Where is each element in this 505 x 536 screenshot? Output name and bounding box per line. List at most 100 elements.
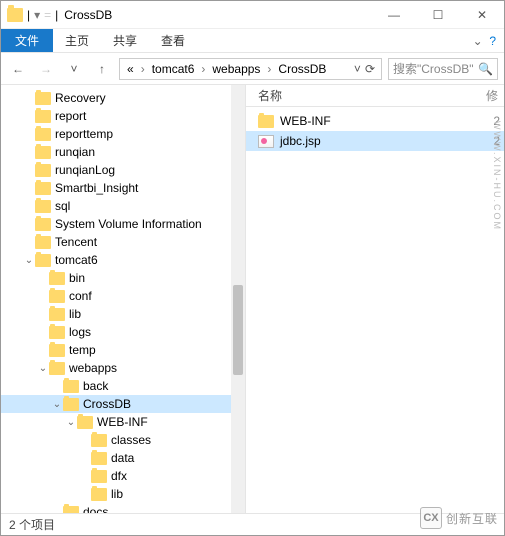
column-name[interactable]: 名称 xyxy=(258,87,486,104)
tree-item[interactable]: ⌄ webapps xyxy=(1,359,245,377)
folder-tree[interactable]: Recovery reportreporttemp runqian runqianLo… xyxy=(1,85,246,513)
tree-item-label: dfx xyxy=(111,469,127,483)
file-name: WEB-INF xyxy=(280,114,493,128)
folder-icon xyxy=(35,218,51,231)
back-button[interactable]: ← xyxy=(7,58,29,80)
chevron-right-icon[interactable]: › xyxy=(139,62,147,76)
tree-item-label: lib xyxy=(69,307,81,321)
tree-item[interactable]: Recovery xyxy=(1,89,245,107)
watermark-logo-icon: CX xyxy=(420,507,442,529)
tree-item[interactable]: ⌄ CrossDB xyxy=(1,395,245,413)
expand-icon[interactable]: ⌄ xyxy=(23,255,35,266)
search-placeholder: 搜索"CrossDB" xyxy=(393,60,474,77)
folder-icon xyxy=(91,488,107,501)
folder-icon xyxy=(49,362,65,375)
file-row[interactable]: WEB-INF2 xyxy=(246,111,504,131)
tree-item-label: CrossDB xyxy=(83,397,131,411)
breadcrumb-ellipsis[interactable]: « xyxy=(124,62,137,76)
tree-item[interactable]: classes xyxy=(1,431,245,449)
item-count: 2 个项目 xyxy=(9,516,55,533)
watermark-text: 创新互联 xyxy=(446,510,498,527)
tree-item-label: Recovery xyxy=(55,91,106,105)
breadcrumb-seg[interactable]: webapps xyxy=(209,62,263,76)
home-tab[interactable]: 主页 xyxy=(53,29,101,52)
quick-access-toolbar: | ▾ = | xyxy=(7,8,58,22)
folder-icon xyxy=(63,398,79,411)
tree-item[interactable]: Smartbi_Insight xyxy=(1,179,245,197)
tree-item-label: runqian xyxy=(55,145,95,159)
recent-locations-button[interactable]: ˅ xyxy=(63,58,85,80)
tree-scrollbar[interactable] xyxy=(231,85,245,513)
breadcrumb-seg[interactable]: CrossDB xyxy=(275,62,329,76)
refresh-icon[interactable]: ⟳ xyxy=(365,62,375,76)
folder-icon xyxy=(35,200,51,213)
folder-icon xyxy=(35,164,51,177)
qat-dropdown-icon[interactable]: ▾ xyxy=(34,8,40,22)
tree-item[interactable]: lib xyxy=(1,305,245,323)
tree-item-label: Tencent xyxy=(55,235,97,249)
title-bar: | ▾ = | CrossDB — ☐ ✕ xyxy=(1,1,504,29)
folder-icon xyxy=(258,115,274,128)
ribbon-tabs: 文件 主页 共享 查看 ⌄ ? xyxy=(1,29,504,53)
folder-icon xyxy=(35,236,51,249)
chevron-right-icon[interactable]: › xyxy=(265,62,273,76)
column-modified[interactable]: 修 xyxy=(486,87,504,104)
breadcrumb-dropdown-icon[interactable]: ˅ xyxy=(354,62,361,76)
tree-item-label: logs xyxy=(69,325,91,339)
tree-item[interactable]: reporttemp xyxy=(1,125,245,143)
tree-item-label: runqianLog xyxy=(55,163,115,177)
file-tab[interactable]: 文件 xyxy=(1,29,53,52)
breadcrumb[interactable]: « › tomcat6 › webapps › CrossDB ˅ ⟳ xyxy=(119,58,382,80)
breadcrumb-seg[interactable]: tomcat6 xyxy=(149,62,198,76)
tree-item[interactable]: lib xyxy=(1,485,245,503)
content-area: Recovery reportreporttemp runqian runqianLo… xyxy=(1,85,504,513)
tree-item[interactable]: ⌄ tomcat6 xyxy=(1,251,245,269)
watermark: CX 创新互联 xyxy=(420,507,498,529)
tree-item[interactable]: runqianLog xyxy=(1,161,245,179)
file-row[interactable]: jdbc.jsp2 xyxy=(246,131,504,151)
tree-item[interactable]: report xyxy=(1,107,245,125)
folder-icon xyxy=(77,416,93,429)
forward-button[interactable]: → xyxy=(35,58,57,80)
view-tab[interactable]: 查看 xyxy=(149,29,197,52)
tree-item-label: tomcat6 xyxy=(55,253,98,267)
tree-item[interactable]: bin xyxy=(1,269,245,287)
share-tab[interactable]: 共享 xyxy=(101,29,149,52)
expand-icon[interactable]: ⌄ xyxy=(51,399,63,410)
tree-item[interactable]: back xyxy=(1,377,245,395)
tree-item[interactable]: conf xyxy=(1,287,245,305)
expand-icon[interactable]: ⌄ xyxy=(37,363,49,374)
folder-icon xyxy=(63,506,79,514)
tree-item[interactable]: runqian xyxy=(1,143,245,161)
search-input[interactable]: 搜索"CrossDB" 🔍 xyxy=(388,58,498,80)
folder-icon xyxy=(49,272,65,285)
tree-item-label: back xyxy=(83,379,108,393)
tree-item-label: data xyxy=(111,451,134,465)
tree-item-label: Smartbi_Insight xyxy=(55,181,138,195)
tree-item[interactable]: dfx xyxy=(1,467,245,485)
chevron-right-icon[interactable]: › xyxy=(199,62,207,76)
tree-item[interactable]: docs xyxy=(1,503,245,513)
tree-item[interactable]: data xyxy=(1,449,245,467)
scrollbar-thumb[interactable] xyxy=(233,285,243,375)
folder-icon xyxy=(91,470,107,483)
expand-icon[interactable]: ⌄ xyxy=(65,417,77,428)
search-icon[interactable]: 🔍 xyxy=(478,62,493,76)
tree-item[interactable]: logs xyxy=(1,323,245,341)
file-header[interactable]: 名称 修 xyxy=(246,85,504,107)
tree-item[interactable]: sql xyxy=(1,197,245,215)
folder-icon[interactable] xyxy=(7,8,23,22)
tree-item[interactable]: temp xyxy=(1,341,245,359)
close-button[interactable]: ✕ xyxy=(460,1,504,29)
tree-item[interactable]: Tencent xyxy=(1,233,245,251)
up-button[interactable]: ↑ xyxy=(91,58,113,80)
window-title: CrossDB xyxy=(64,8,112,22)
ribbon-expand-icon[interactable]: ⌄ ? xyxy=(465,29,504,52)
tree-item-label: docs xyxy=(83,505,108,513)
file-name: jdbc.jsp xyxy=(280,134,493,148)
tree-item[interactable]: System Volume Information xyxy=(1,215,245,233)
minimize-button[interactable]: — xyxy=(372,1,416,29)
tree-item[interactable]: ⌄WEB-INF xyxy=(1,413,245,431)
tree-item-label: webapps xyxy=(69,361,117,375)
maximize-button[interactable]: ☐ xyxy=(416,1,460,29)
